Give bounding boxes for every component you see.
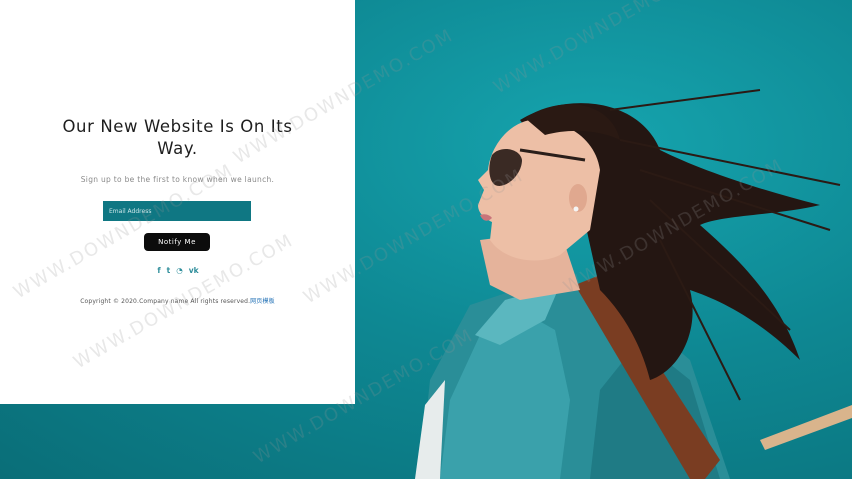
social-links: f t ◔ vk <box>140 265 216 277</box>
vk-icon[interactable]: vk <box>189 265 199 277</box>
facebook-icon[interactable]: f <box>157 265 160 277</box>
page-title: Our New Website Is On Its Way. <box>62 117 293 158</box>
signup-subtext: Sign up to be the first to know when we … <box>80 175 275 184</box>
signup-panel: Our New Website Is On Its Way. Sign up t… <box>0 0 355 404</box>
email-field[interactable] <box>103 201 251 221</box>
twitter-icon[interactable]: t <box>167 265 171 277</box>
notify-me-button[interactable]: Notify Me <box>144 233 210 251</box>
copyright-text: Copyright © 2020.Company name All rights… <box>80 298 251 305</box>
template-link[interactable]: 网页模板 <box>250 298 275 305</box>
rss-icon[interactable]: ◔ <box>176 265 183 277</box>
footer-copyright: Copyright © 2020.Company name All rights… <box>20 296 335 305</box>
